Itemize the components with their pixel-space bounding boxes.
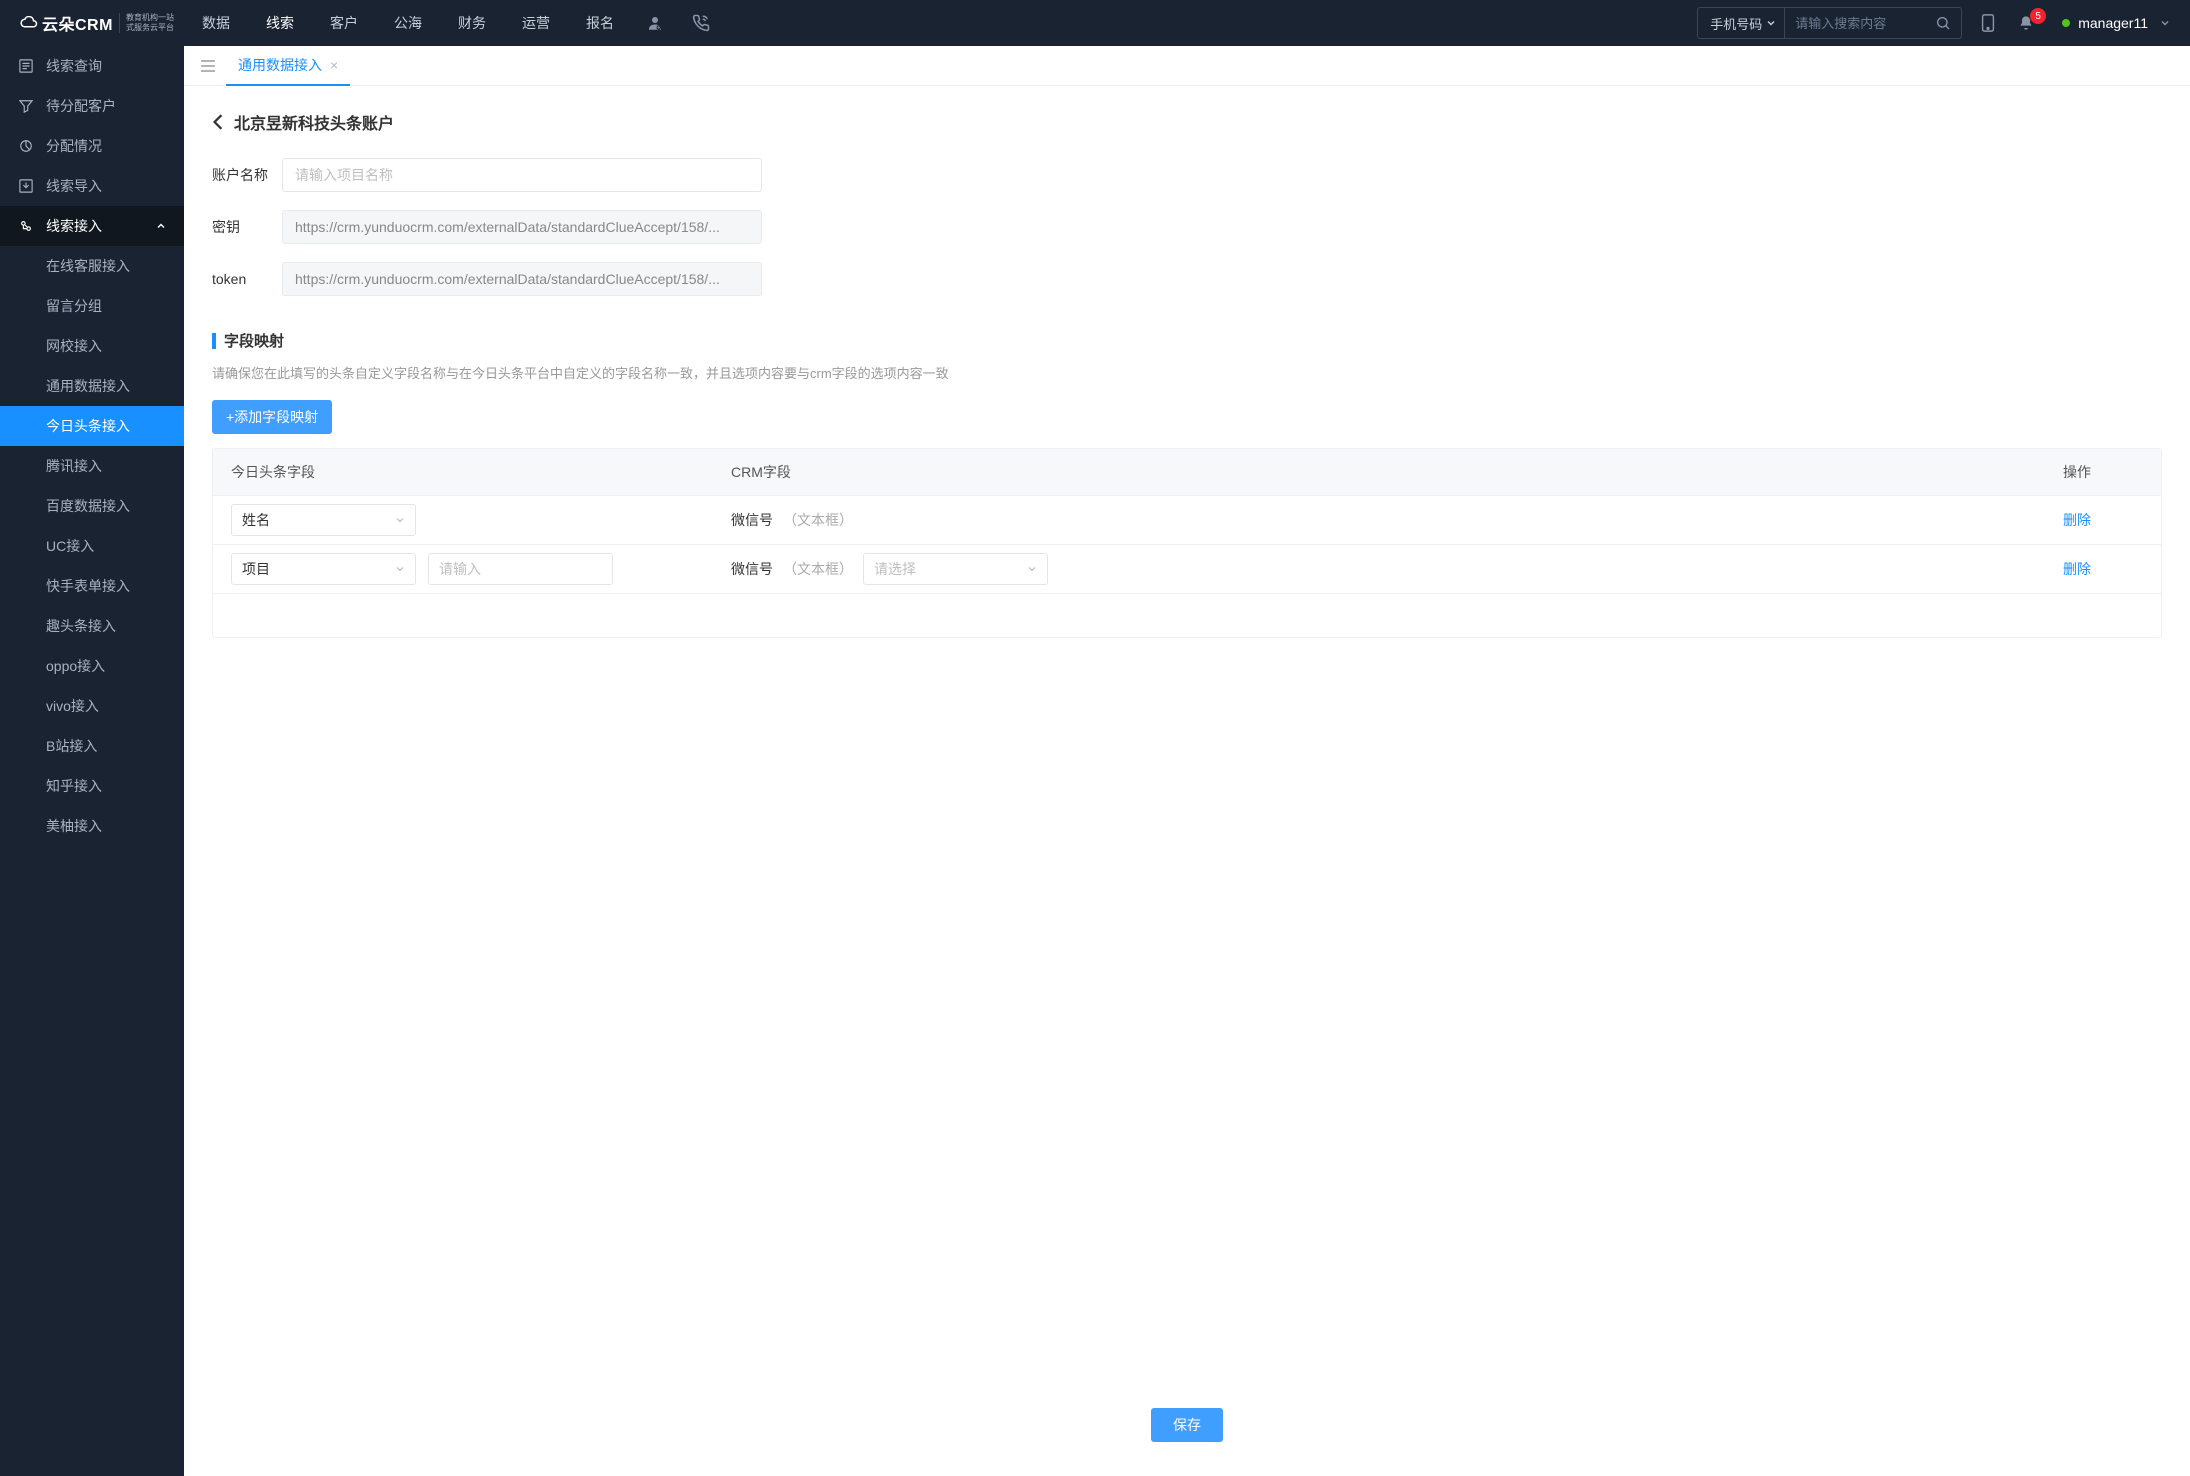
sidebar-item-allocation[interactable]: 分配情况 — [0, 126, 184, 166]
toutiao-field-select[interactable]: 姓名 — [231, 504, 416, 536]
cloud-icon — [20, 16, 38, 30]
table-row: 姓名 微信号 （文本框） 删除 — [213, 495, 2161, 544]
search-icon — [1935, 15, 1951, 31]
sidebar-sub-message-group[interactable]: 留言分组 — [0, 286, 184, 326]
tab-general-data[interactable]: 通用数据接入 × — [226, 46, 350, 86]
input-account-name[interactable] — [282, 158, 762, 192]
empty-row — [213, 593, 2161, 637]
sidebar-sub-online-cs[interactable]: 在线客服接入 — [0, 246, 184, 286]
sidebar-sub-school[interactable]: 网校接入 — [0, 326, 184, 366]
notification-badge: 5 — [2030, 8, 2046, 24]
section-title: 字段映射 — [224, 330, 284, 351]
nav-clue[interactable]: 线索 — [248, 0, 312, 46]
sidebar-sub-uc[interactable]: UC接入 — [0, 526, 184, 566]
sidebar-sub-toutiao[interactable]: 今日头条接入 — [0, 406, 184, 446]
sidebar-sub-oppo[interactable]: oppo接入 — [0, 646, 184, 686]
tab-bar: 通用数据接入 × — [184, 46, 2190, 86]
top-nav: 数据 线索 客户 公海 财务 运营 报名 — [184, 0, 724, 46]
nav-ops[interactable]: 运营 — [504, 0, 568, 46]
toutiao-field-select[interactable]: 项目 — [231, 553, 416, 585]
th-crm-field: CRM字段 — [731, 462, 2063, 482]
bell-icon[interactable]: 5 — [2014, 14, 2038, 32]
nav-data[interactable]: 数据 — [184, 0, 248, 46]
label-account-name: 账户名称 — [212, 165, 282, 185]
mobile-icon[interactable] — [1976, 14, 2000, 32]
sidebar-item-clue-import[interactable]: 线索导入 — [0, 166, 184, 206]
th-action: 操作 — [2063, 462, 2143, 482]
chevron-down-icon — [395, 515, 405, 525]
sidebar-item-pending-customer[interactable]: 待分配客户 — [0, 86, 184, 126]
top-header: 云朵CRM 教育机构一站 式服务云平台 数据 线索 客户 公海 财务 运营 报名 — [0, 0, 2190, 46]
filter-icon — [18, 99, 34, 113]
plug-icon — [18, 219, 34, 233]
close-icon[interactable]: × — [330, 57, 338, 73]
nav-finance[interactable]: 财务 — [440, 0, 504, 46]
delete-button[interactable]: 删除 — [2063, 561, 2091, 577]
chevron-down-icon — [1027, 564, 1037, 574]
save-button[interactable]: 保存 — [1151, 1408, 1223, 1442]
search-type-select[interactable]: 手机号码 — [1698, 8, 1785, 38]
user-icon[interactable] — [632, 14, 678, 32]
nav-enroll[interactable]: 报名 — [568, 0, 632, 46]
chevron-down-icon — [1766, 18, 1776, 28]
crm-field-label: 微信号 — [731, 559, 773, 579]
search-input[interactable] — [1785, 8, 1925, 38]
chevron-up-icon — [156, 221, 166, 231]
list-icon — [18, 59, 34, 73]
sidebar-item-clue-query[interactable]: 线索查询 — [0, 46, 184, 86]
page-title: 北京昱新科技头条账户 — [234, 110, 394, 134]
search-combo: 手机号码 — [1697, 7, 1962, 39]
import-icon — [18, 179, 34, 193]
input-key[interactable] — [282, 210, 762, 244]
sidebar-sub-tencent[interactable]: 腾讯接入 — [0, 446, 184, 486]
crm-field-hint: （文本框） — [783, 510, 853, 530]
mapping-table: 今日头条字段 CRM字段 操作 姓名 微信号 — [212, 448, 2162, 638]
label-key: 密钥 — [212, 217, 282, 237]
nav-pool[interactable]: 公海 — [376, 0, 440, 46]
collapse-sidebar-button[interactable] — [194, 52, 222, 80]
input-token[interactable] — [282, 262, 762, 296]
section-desc: 请确保您在此填写的头条自定义字段名称与在今日头条平台中自定义的字段名称一致，并且… — [212, 363, 2162, 382]
crm-field-label: 微信号 — [731, 510, 773, 530]
crm-field-select[interactable]: 请选择 — [863, 553, 1048, 585]
user-menu[interactable]: manager11 — [2052, 15, 2170, 31]
add-mapping-button[interactable]: +添加字段映射 — [212, 400, 332, 434]
sidebar-sub-baidu[interactable]: 百度数据接入 — [0, 486, 184, 526]
sidebar-sub-vivo[interactable]: vivo接入 — [0, 686, 184, 726]
search-button[interactable] — [1925, 8, 1961, 38]
sidebar-sub-zhihu[interactable]: 知乎接入 — [0, 766, 184, 806]
th-toutiao-field: 今日头条字段 — [231, 462, 731, 482]
section-bar-icon — [212, 333, 216, 349]
logo[interactable]: 云朵CRM 教育机构一站 式服务云平台 — [0, 11, 184, 35]
phone-icon[interactable] — [678, 14, 724, 32]
nav-customer[interactable]: 客户 — [312, 0, 376, 46]
sidebar-sub-general-data[interactable]: 通用数据接入 — [0, 366, 184, 406]
sidebar-sub-meiyou[interactable]: 美柚接入 — [0, 806, 184, 846]
sidebar-sub-kuaishou[interactable]: 快手表单接入 — [0, 566, 184, 606]
chevron-down-icon — [2160, 18, 2170, 28]
label-token: token — [212, 271, 282, 287]
back-button[interactable] — [212, 114, 224, 130]
breadcrumb: 北京昱新科技头条账户 — [212, 110, 2162, 134]
pie-icon — [18, 139, 34, 153]
delete-button[interactable]: 删除 — [2063, 512, 2091, 528]
table-row: 项目 微信号 （文本框） 请选择 — [213, 544, 2161, 593]
toutiao-field-input[interactable] — [428, 553, 613, 585]
chevron-down-icon — [395, 564, 405, 574]
sidebar-sub-qutoutiao[interactable]: 趣头条接入 — [0, 606, 184, 646]
sidebar-item-clue-access[interactable]: 线索接入 — [0, 206, 184, 246]
sidebar: 线索查询 待分配客户 分配情况 线索导入 线索接入 在线客服接入 留言分组 网校… — [0, 46, 184, 1476]
status-dot-icon — [2062, 19, 2070, 27]
crm-field-hint: （文本框） — [783, 559, 853, 579]
sidebar-sub-bilibili[interactable]: B站接入 — [0, 726, 184, 766]
